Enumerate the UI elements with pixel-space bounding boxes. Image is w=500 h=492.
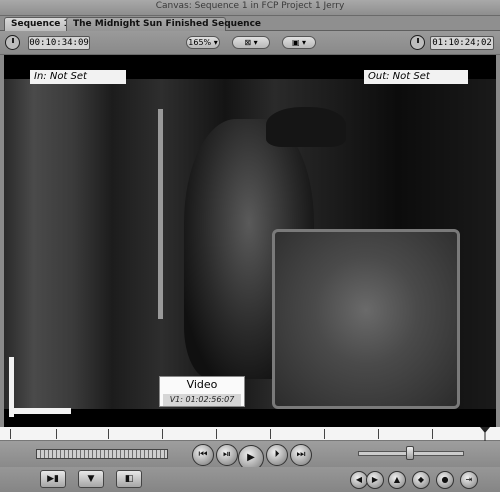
display-menu-icon: ▣ ▾ <box>291 38 307 47</box>
go-next-edit-icon: ▶ <box>371 475 379 484</box>
add-marker-diamond-icon: ◆ <box>417 475 425 484</box>
add-marker-icon: ◧ <box>124 474 134 484</box>
canvas-toolbar: 00:10:34:09 165% ▾ ⊠ ▾ ▣ ▾ 01:10:24;02 <box>0 31 500 55</box>
scrubber-bar[interactable] <box>0 427 500 441</box>
film-hat <box>266 107 346 147</box>
current-timecode-field[interactable]: 01:10:24;02 <box>430 36 494 50</box>
film-pole <box>158 109 163 319</box>
add-marker-diamond-button[interactable]: ◆ <box>412 471 430 489</box>
add-keyframe-button[interactable]: ▲ <box>388 471 406 489</box>
scrubber-tick <box>10 429 11 439</box>
match-frame-button[interactable]: ▶▮ <box>40 470 66 488</box>
film-carved-box <box>272 229 460 409</box>
video-frame-image <box>4 79 496 409</box>
scrubber-tick <box>162 429 163 439</box>
duration-clock-icon <box>5 35 20 50</box>
jog-control[interactable] <box>36 449 168 459</box>
transport-controls: ⏮ ⏯ ▶ ⏵ ⏭ <box>0 441 500 471</box>
scrubber-tick <box>324 429 325 439</box>
scrubber-tick <box>108 429 109 439</box>
go-to-in-button[interactable]: ⏮ <box>192 444 214 466</box>
chevron-down-icon: ▾ <box>213 38 218 47</box>
go-end-button[interactable]: ● <box>436 471 454 489</box>
scrubber-tick <box>216 429 217 439</box>
go-prev-edit-icon: ◀ <box>355 475 363 484</box>
mark-clip-button[interactable]: ▼ <box>78 470 104 488</box>
play-around-button[interactable]: ⏵ <box>266 444 288 466</box>
video-track-timecode: V1: 01:02:56:07 <box>163 394 241 406</box>
safe-area-corner-horizontal <box>9 408 71 414</box>
zoom-value: 165% <box>188 38 212 47</box>
go-to-in-icon: ⏮ <box>198 449 208 460</box>
tab-midnight-sun-sequence[interactable]: The Midnight Sun Finished Sequence <box>66 17 261 31</box>
current-time-clock-icon <box>410 35 425 50</box>
duration-timecode-field[interactable]: 00:10:34:09 <box>28 36 90 50</box>
window-titlebar: Canvas: Sequence 1 in FCP Project 1 Jerr… <box>0 0 500 16</box>
add-keyframe-icon: ▲ <box>393 475 401 484</box>
in-point-label: In: Not Set <box>30 70 126 84</box>
go-to-out-button[interactable]: ⏭ <box>290 444 312 466</box>
view-overlay-popup[interactable]: ⊠ ▾ <box>232 36 270 49</box>
playhead-icon[interactable] <box>480 427 490 441</box>
overlay-menu-icon: ⊠ ▾ <box>244 38 258 47</box>
zoom-popup[interactable]: 165% ▾ <box>186 36 220 49</box>
bottom-button-bar: ▶▮ ▼ ◧ ◀ ▶ ▲ ◆ ● ⇥ <box>0 467 500 492</box>
add-marker-button[interactable]: ◧ <box>116 470 142 488</box>
canvas-viewer[interactable]: In: Not Set Out: Not Set Video V1: 01:02… <box>4 55 496 427</box>
video-track-title: Video <box>186 378 218 391</box>
scrubber-tick <box>56 429 57 439</box>
play-around-icon: ⏵ <box>274 449 280 460</box>
out-point-label: Out: Not Set <box>364 70 468 84</box>
insert-edit-button[interactable]: ⇥ <box>460 471 478 489</box>
display-mode-popup[interactable]: ▣ ▾ <box>282 36 316 49</box>
mark-clip-icon: ▼ <box>87 474 95 484</box>
sequence-tabs: Sequence 1 The Midnight Sun Finished Seq… <box>0 16 500 31</box>
scrubber-tick <box>270 429 271 439</box>
match-frame-icon: ▶▮ <box>47 474 59 484</box>
insert-edit-icon: ⇥ <box>465 475 473 484</box>
play-in-to-out-icon: ⏯ <box>223 449 231 460</box>
go-next-edit-button[interactable]: ▶ <box>366 471 384 489</box>
play-icon: ▶ <box>247 452 255 463</box>
go-end-icon: ● <box>441 475 449 484</box>
go-to-out-icon: ⏭ <box>296 449 306 460</box>
shuttle-knob[interactable] <box>406 446 414 460</box>
video-track-label: Video V1: 01:02:56:07 <box>159 376 245 407</box>
window-title: Canvas: Sequence 1 in FCP Project 1 Jerr… <box>155 1 345 11</box>
scrubber-tick <box>432 429 433 439</box>
scrubber-tick <box>378 429 379 439</box>
play-in-to-out-button[interactable]: ⏯ <box>216 444 238 466</box>
